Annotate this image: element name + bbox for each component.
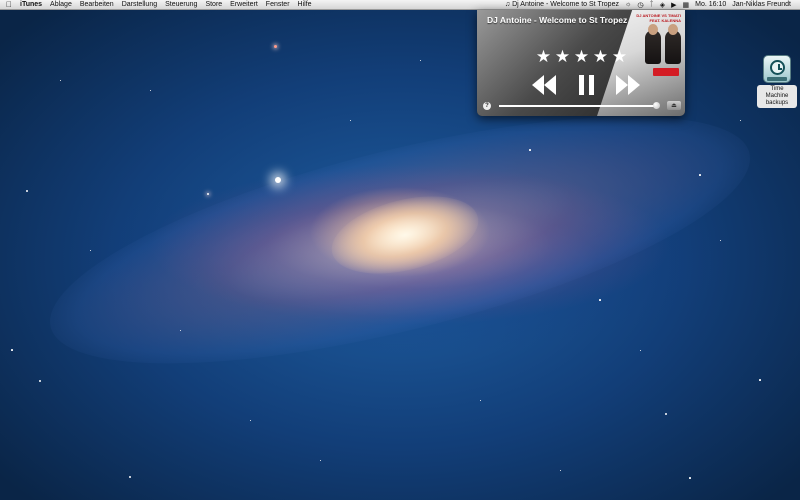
time-machine-icon[interactable]: ◷: [634, 1, 646, 9]
star-dot: [529, 149, 531, 151]
previous-button[interactable]: [523, 72, 565, 98]
star-dot: [206, 192, 210, 196]
star-dot: [319, 459, 321, 461]
menu-bar:  iTunes Ablage Bearbeiten Darstellung S…: [0, 0, 800, 10]
menu-bar-status-area: ♫ Dj Antoine - Welcome to St Tropez ☼ ◷ …: [502, 1, 800, 9]
star-dot: [739, 119, 741, 121]
fast-forward-icon: [616, 75, 640, 95]
star-dot: [349, 119, 351, 121]
cover-face-left: [648, 24, 658, 35]
menu-darstellung[interactable]: Darstellung: [118, 1, 161, 8]
menu-ablage[interactable]: Ablage: [46, 1, 76, 8]
menu-fenster[interactable]: Fenster: [262, 1, 294, 8]
eject-icon: ⏏: [671, 103, 677, 109]
mini-player[interactable]: DJ ANTOINE VS TIMATI FEAT. KALENNA DJ An…: [477, 10, 685, 116]
wifi-icon[interactable]: ◈: [657, 1, 668, 9]
menu-clock[interactable]: Mo. 16:10: [692, 1, 729, 8]
rating-star-icon[interactable]: ★: [553, 48, 572, 65]
progress-knob[interactable]: [652, 102, 660, 109]
cover-figure-right: [665, 30, 681, 64]
menu-hilfe[interactable]: Hilfe: [294, 1, 316, 8]
menu-store[interactable]: Store: [201, 1, 226, 8]
star-dot: [419, 59, 421, 61]
star-dot: [719, 239, 721, 241]
playback-controls: [523, 72, 649, 98]
apple-logo-icon[interactable]: : [0, 0, 18, 9]
star-dot: [149, 89, 151, 91]
menu-user-name[interactable]: Jan-Niklas Freundt: [729, 1, 794, 8]
menu-bearbeiten[interactable]: Bearbeiten: [76, 1, 118, 8]
menu-erweitert[interactable]: Erweitert: [226, 1, 262, 8]
progress-fill: [499, 105, 656, 107]
rating-star-icon[interactable]: ★: [572, 48, 591, 65]
rewind-icon: [532, 75, 556, 95]
desktop-icon-time-machine[interactable]: Time Machine backups: [757, 55, 797, 109]
cover-logo: [653, 68, 679, 76]
star-dot: [699, 174, 701, 176]
now-playing-menu[interactable]: ♫ Dj Antoine - Welcome to St Tropez: [502, 1, 622, 8]
star-dot: [179, 329, 181, 331]
cover-figure-left: [645, 30, 661, 64]
menu-app-name[interactable]: iTunes: [18, 1, 46, 8]
star-dot: [249, 419, 251, 421]
bluetooth-icon[interactable]: ᛏ: [647, 1, 657, 8]
menu-steuerung[interactable]: Steuerung: [161, 1, 201, 8]
star-dot: [273, 44, 277, 48]
cover-face-right: [668, 24, 678, 35]
progress-slider[interactable]: [499, 102, 660, 109]
star-dot: [89, 249, 91, 251]
star-dot: [479, 399, 481, 401]
rating-star-icon[interactable]: ★: [610, 48, 629, 65]
star-dot: [11, 349, 13, 351]
star-dot: [639, 349, 641, 351]
next-button[interactable]: [607, 72, 649, 98]
star-dot: [39, 380, 41, 382]
rating-stars[interactable]: ★ ★ ★ ★ ★: [534, 48, 629, 65]
help-button[interactable]: ?: [483, 102, 491, 110]
eject-button[interactable]: ⏏: [667, 101, 681, 110]
star-dot: [26, 190, 28, 192]
star-dot: [689, 477, 691, 479]
star-dot: [275, 177, 281, 183]
star-dot: [59, 79, 61, 81]
time-machine-icon: [763, 55, 791, 83]
rating-star-icon[interactable]: ★: [534, 48, 553, 65]
pause-icon: [578, 75, 594, 95]
rating-star-icon[interactable]: ★: [591, 48, 610, 65]
track-title: DJ Antoine - Welcome to St Tropez: [487, 15, 628, 25]
star-dot: [665, 413, 667, 415]
brightness-icon[interactable]: ☼: [622, 1, 634, 8]
input-menu-icon[interactable]: ▦: [679, 1, 692, 9]
star-dot: [129, 476, 131, 478]
star-dot: [759, 379, 761, 381]
cover-banner-text: DJ ANTOINE VS TIMATI FEAT. KALENNA: [636, 13, 681, 23]
star-dot: [559, 469, 561, 471]
star-dot: [599, 299, 601, 301]
play-pause-button[interactable]: [565, 72, 607, 98]
volume-icon[interactable]: ▶: [668, 1, 679, 9]
desktop-icon-label: Time Machine backups: [757, 85, 797, 108]
